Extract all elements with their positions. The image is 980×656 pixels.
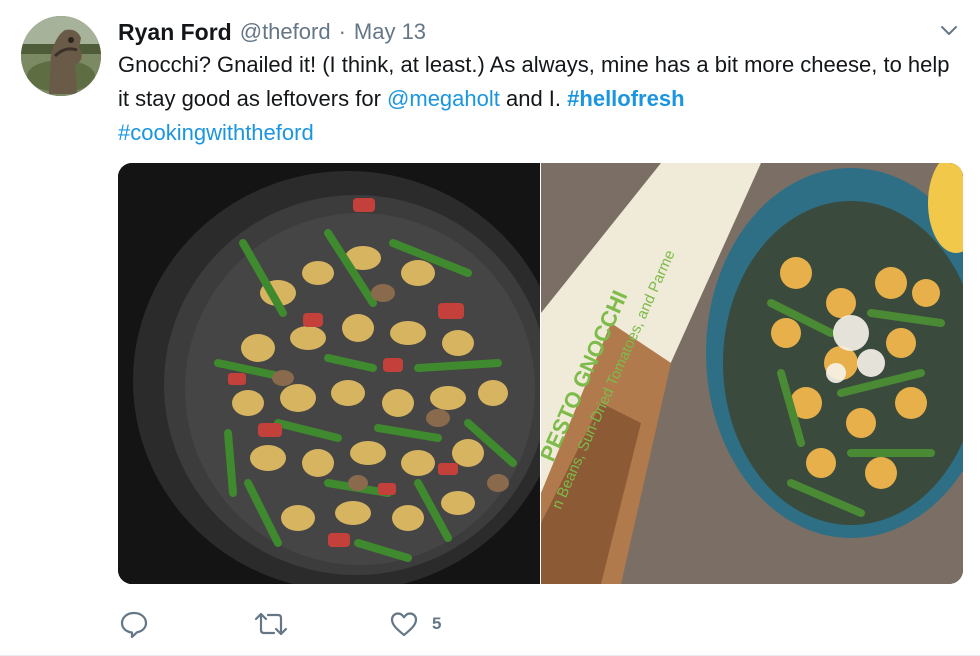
- tweet-header: Ryan Ford @theford · May 13: [118, 14, 426, 50]
- tweet[interactable]: Ryan Ford @theford · May 13 Gnocchi? Gna…: [0, 0, 980, 656]
- hashtag-cookingwiththeford[interactable]: #cookingwiththeford: [118, 120, 314, 145]
- author-name[interactable]: Ryan Ford: [118, 19, 232, 46]
- tweet-media: PESTO GNOCCHI n Beans, Sun-Dried Tomatoe…: [118, 163, 963, 584]
- photo-recipe-card[interactable]: PESTO GNOCCHI n Beans, Sun-Dried Tomatoe…: [541, 163, 963, 584]
- like-button[interactable]: 5: [388, 604, 441, 644]
- recipe-card-image: PESTO GNOCCHI n Beans, Sun-Dried Tomatoe…: [541, 163, 963, 584]
- hashtag-hellofresh[interactable]: #hellofresh: [567, 86, 684, 111]
- avatar[interactable]: [21, 16, 101, 96]
- pan-gnocchi-image: [118, 163, 540, 584]
- tweet-text-part2: and I.: [499, 86, 568, 111]
- reply-icon: [120, 611, 148, 639]
- tweet-actions: 5: [118, 604, 441, 644]
- reply-button[interactable]: [118, 604, 254, 644]
- separator: ·: [338, 19, 346, 44]
- photo-pan-gnocchi[interactable]: [118, 163, 540, 584]
- retweet-icon: [254, 612, 288, 636]
- author-handle[interactable]: @theford: [240, 19, 331, 45]
- mention-link[interactable]: @megaholt: [387, 86, 500, 111]
- tweet-date[interactable]: May 13: [354, 19, 426, 45]
- more-options-button[interactable]: [936, 18, 962, 44]
- chevron-down-icon: [941, 26, 957, 35]
- tweet-text: Gnocchi? Gnailed it! (I think, at least.…: [118, 48, 958, 150]
- like-count: 5: [432, 614, 442, 633]
- retweet-button[interactable]: [254, 604, 388, 644]
- heart-icon: [390, 612, 418, 637]
- avatar-image: [21, 16, 101, 96]
